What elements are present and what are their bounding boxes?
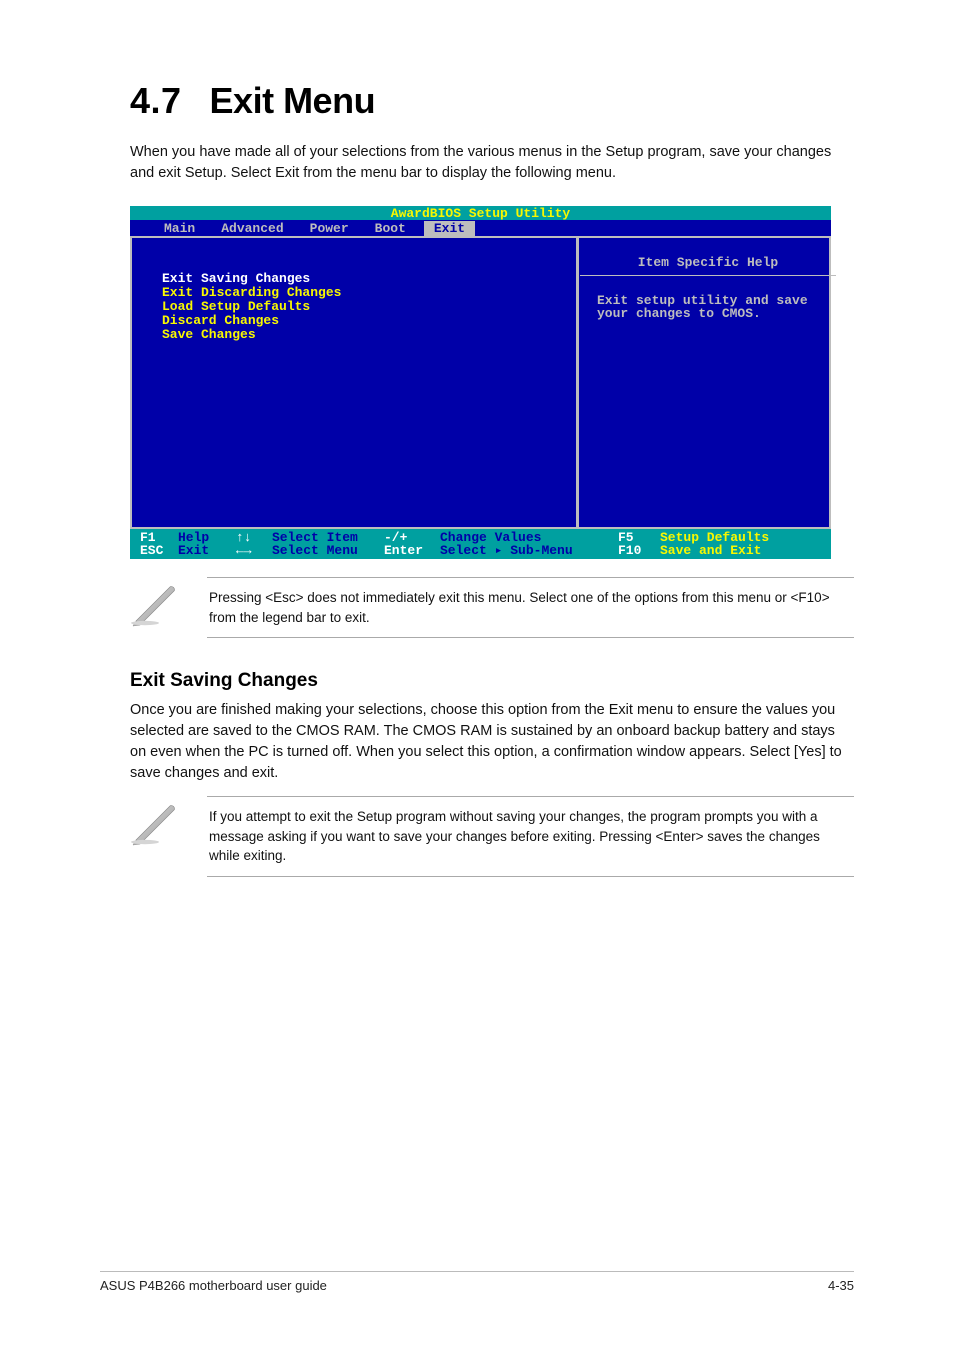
sub-heading-exit-saving: Exit Saving Changes	[130, 670, 854, 692]
bios-help-body: Exit setup utility and save your changes…	[597, 294, 819, 320]
bios-key-f10: F10	[618, 544, 660, 557]
bios-tab-exit[interactable]: Exit	[424, 221, 475, 236]
note-text-1: Pressing <Esc> does not immediately exit…	[207, 577, 854, 638]
intro-paragraph: When you have made all of your selection…	[130, 142, 854, 184]
bios-item-save-changes[interactable]: Save Changes	[162, 328, 576, 342]
bios-label-select-menu: Select Menu	[272, 544, 384, 557]
bios-key-leftright: ←→	[236, 544, 272, 557]
bios-tab-boot[interactable]: Boot	[367, 222, 424, 235]
bios-item-load-defaults[interactable]: Load Setup Defaults	[162, 300, 576, 314]
bios-screenshot: AwardBIOS Setup Utility Main Advanced Po…	[130, 206, 831, 559]
bios-tab-main[interactable]: Main	[156, 222, 213, 235]
page-footer: ASUS P4B266 motherboard user guide 4-35	[100, 1271, 854, 1293]
section-number: 4.7	[130, 80, 182, 122]
bios-label-select-submenu: Select ▸ Sub-Menu	[440, 544, 618, 557]
bios-footer: F1 Help ↑↓ Select Item -/+ Change Values…	[130, 529, 831, 559]
note-text-2: If you attempt to exit the Setup program…	[207, 796, 854, 877]
bios-help-panel: Item Specific Help Exit setup utility an…	[577, 236, 831, 529]
pen-icon	[130, 577, 185, 638]
bios-tab-power[interactable]: Power	[302, 222, 367, 235]
bios-label-save-exit: Save and Exit	[660, 544, 821, 557]
paragraph-exit-saving: Once you are finished making your select…	[130, 700, 854, 784]
pen-icon	[130, 796, 185, 877]
bios-label-exit: Exit	[178, 544, 236, 557]
bios-item-discard-changes[interactable]: Discard Changes	[162, 314, 576, 328]
footer-page-number: 4-35	[828, 1278, 854, 1293]
bios-key-esc: ESC	[140, 544, 178, 557]
bios-key-enter: Enter	[384, 544, 440, 557]
footer-left: ASUS P4B266 motherboard user guide	[100, 1278, 327, 1293]
bios-help-title: Item Specific Help	[597, 256, 819, 269]
note-block-1: Pressing <Esc> does not immediately exit…	[130, 577, 854, 638]
bios-item-exit-saving[interactable]: Exit Saving Changes	[162, 272, 576, 286]
bios-tabs: Main Advanced Power Boot Exit	[130, 220, 831, 236]
bios-item-exit-discarding[interactable]: Exit Discarding Changes	[162, 286, 576, 300]
note-block-2: If you attempt to exit the Setup program…	[130, 796, 854, 877]
section-title: Exit Menu	[210, 80, 376, 121]
bios-main-panel: Exit Saving Changes Exit Discarding Chan…	[130, 236, 577, 529]
bios-title: AwardBIOS Setup Utility	[130, 206, 831, 220]
bios-tab-advanced[interactable]: Advanced	[213, 222, 301, 235]
section-heading: 4.7 Exit Menu	[130, 80, 854, 122]
